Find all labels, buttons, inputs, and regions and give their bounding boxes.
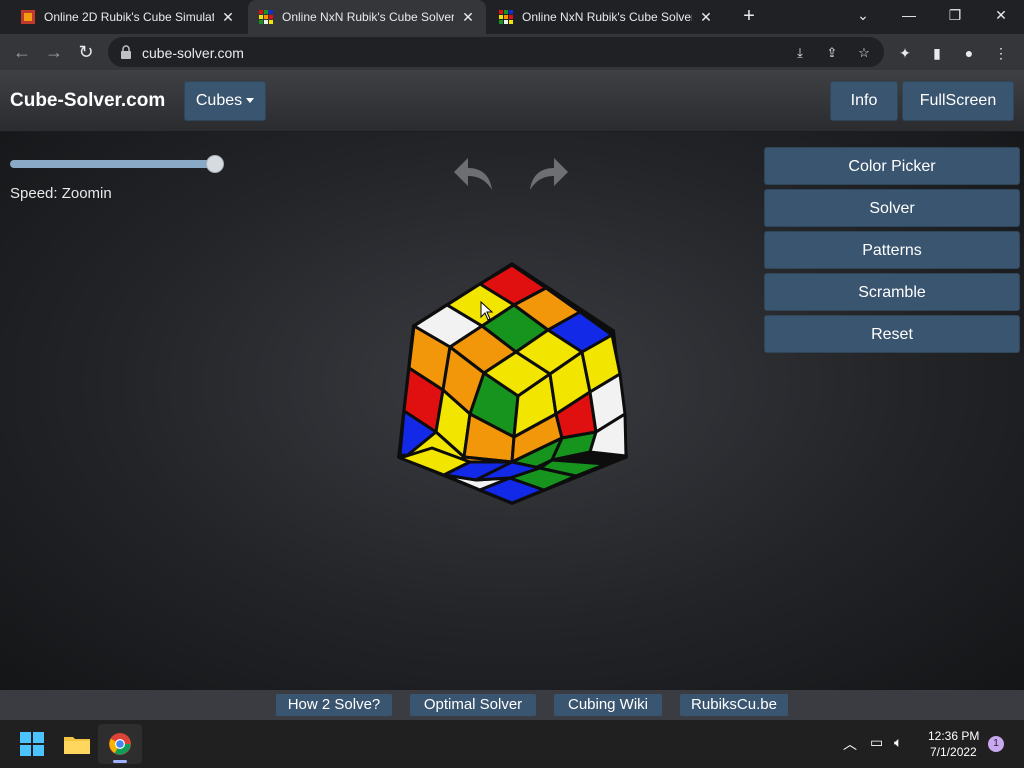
url-text: cube-solver.com xyxy=(142,45,244,61)
minimize-icon[interactable]: — xyxy=(886,0,932,30)
undo-icon[interactable] xyxy=(452,154,496,194)
speed-slider-thumb[interactable] xyxy=(206,155,224,173)
chrome-icon xyxy=(109,733,131,755)
bookmark-star-icon[interactable]: ☆ xyxy=(856,45,872,61)
file-explorer-icon[interactable] xyxy=(61,728,93,760)
reset-button[interactable]: Reset xyxy=(764,315,1020,353)
browser-toolbar: ← → ↻ cube-solver.com ⤓ ⇪ ☆ ✦ ▮ ● ⋮ xyxy=(0,34,1024,70)
rubiks-cube-3d[interactable] xyxy=(395,260,630,505)
rubiks-favicon-icon xyxy=(259,10,273,24)
lock-icon xyxy=(121,45,131,59)
install-icon[interactable]: ⤓ xyxy=(792,45,808,61)
tab-title: Online NxN Rubik's Cube Solver xyxy=(282,10,454,24)
notification-badge[interactable]: 1 xyxy=(988,736,1004,752)
speed-slider[interactable] xyxy=(10,155,224,173)
close-tab-icon[interactable]: ✕ xyxy=(698,9,714,26)
tab-strip: Online 2D Rubik's Cube Simulator ✕ Onlin… xyxy=(0,0,1024,34)
close-window-icon[interactable]: ✕ xyxy=(978,0,1024,30)
windows-taskbar: ︿ ▭ 🔈︎ 12:36 PM 7/1/2022 1 xyxy=(0,720,1024,768)
color-picker-button[interactable]: Color Picker xyxy=(764,147,1020,185)
close-tab-icon[interactable]: ✕ xyxy=(460,9,476,26)
site-header: Cube-Solver.com Cubes Info FullScreen xyxy=(0,70,1024,132)
cubes-label: Cubes xyxy=(195,92,243,109)
cubing-wiki-link[interactable]: Cubing Wiki xyxy=(554,694,662,716)
forward-icon[interactable]: → xyxy=(42,40,66,64)
redo-icon[interactable] xyxy=(526,154,570,194)
solver-button[interactable]: Solver xyxy=(764,189,1020,227)
rubiks-favicon-icon xyxy=(499,10,513,24)
tab-search-icon[interactable]: ⌄ xyxy=(840,0,886,30)
extensions-icon[interactable]: ✦ xyxy=(896,44,914,62)
side-panel-icon[interactable]: ▮ xyxy=(928,44,946,62)
reload-icon[interactable]: ↻ xyxy=(74,40,98,64)
caret-down-icon xyxy=(246,98,255,104)
back-icon[interactable]: ← xyxy=(10,40,34,64)
windows-start-icon[interactable] xyxy=(16,728,48,760)
show-hidden-icons-icon[interactable]: ︿ xyxy=(843,734,857,754)
browser-tab[interactable]: Online 2D Rubik's Cube Simulator ✕ xyxy=(10,0,246,34)
chrome-taskbar-button[interactable] xyxy=(98,724,142,764)
network-icon[interactable]: ▭ xyxy=(870,734,883,751)
mouse-cursor-icon xyxy=(480,301,494,321)
cubes-dropdown-button[interactable]: Cubes xyxy=(184,81,266,121)
restore-icon[interactable]: ❐ xyxy=(932,0,978,30)
new-tab-icon[interactable]: + xyxy=(738,5,760,27)
address-bar[interactable]: cube-solver.com ⤓ ⇪ ☆ xyxy=(108,37,884,67)
site-brand[interactable]: Cube-Solver.com xyxy=(10,90,165,112)
info-button[interactable]: Info xyxy=(830,81,898,121)
site-footer: How 2 Solve? Optimal Solver Cubing Wiki … xyxy=(0,690,1024,720)
share-icon[interactable]: ⇪ xyxy=(824,45,840,61)
cube-favicon-icon xyxy=(21,10,35,24)
profile-icon[interactable]: ● xyxy=(960,44,978,62)
scramble-button[interactable]: Scramble xyxy=(764,273,1020,311)
close-tab-icon[interactable]: ✕ xyxy=(220,9,236,26)
browser-tab-active[interactable]: Online NxN Rubik's Cube Solver ✕ xyxy=(248,0,486,34)
fullscreen-button[interactable]: FullScreen xyxy=(902,81,1014,121)
optimal-solver-link[interactable]: Optimal Solver xyxy=(410,694,536,716)
tab-title: Online NxN Rubik's Cube Solver xyxy=(522,10,692,24)
menu-kebab-icon[interactable]: ⋮ xyxy=(992,44,1010,62)
patterns-button[interactable]: Patterns xyxy=(764,231,1020,269)
browser-tab[interactable]: Online NxN Rubik's Cube Solver ✕ xyxy=(488,0,724,34)
volume-icon[interactable]: 🔈︎ xyxy=(894,734,902,751)
cube-viewport[interactable]: Speed: Zoomin Color Picker Solver Patter… xyxy=(0,132,1024,690)
tab-title: Online 2D Rubik's Cube Simulator xyxy=(44,10,214,24)
speed-label: Speed: Zoomin xyxy=(10,185,112,202)
active-indicator xyxy=(113,760,127,763)
clock-date[interactable]: 7/1/2022 xyxy=(930,745,977,759)
clock-time[interactable]: 12:36 PM xyxy=(928,729,979,743)
rubikscube-link[interactable]: RubiksCu.be xyxy=(680,694,788,716)
how-to-solve-link[interactable]: How 2 Solve? xyxy=(276,694,392,716)
